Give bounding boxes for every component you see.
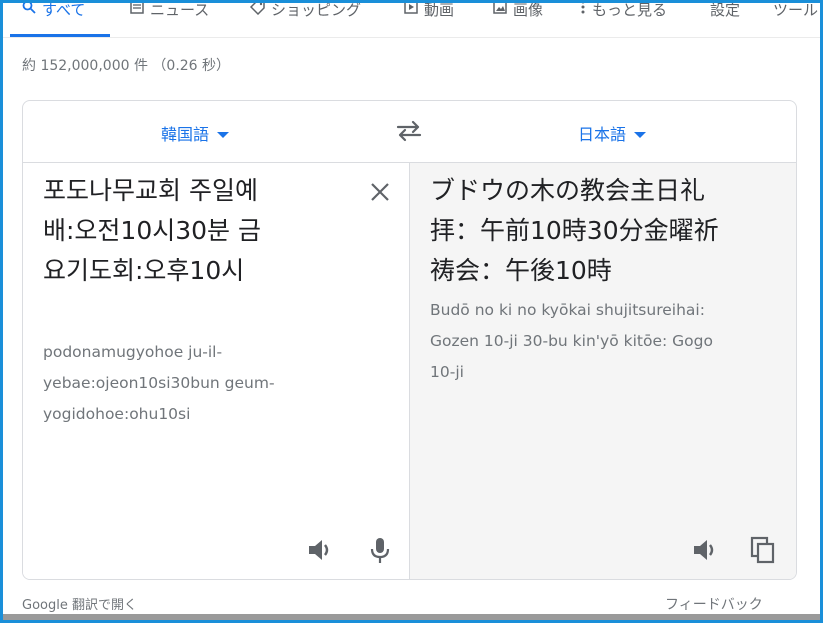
language-bar: 韓国語 日本語 (23, 101, 796, 163)
target-language-select[interactable]: 日本語 (578, 121, 647, 145)
speaker-icon[interactable] (690, 535, 720, 565)
source-language-label: 韓国語 (161, 125, 210, 144)
tab-settings[interactable]: 設定 (710, 0, 740, 24)
tab-images[interactable]: 画像 (493, 0, 543, 24)
chevron-down-icon (217, 131, 230, 138)
microphone-icon[interactable] (365, 535, 395, 565)
target-language-label: 日本語 (578, 125, 627, 144)
search-tabs: すべて ニュース ショッピング 動画 画像 もっと見る 設定 ツール (0, 0, 823, 38)
tab-shopping[interactable]: ショッピング (249, 0, 362, 24)
translator-card: 韓国語 日本語 포도나무교회 주일예 배:오전10시30분 금 요기도회:오후1… (22, 100, 797, 580)
source-romanization: podonamugyohoe ju-il- yebae:ojeon10si30b… (43, 343, 275, 423)
active-tab-indicator (10, 34, 110, 37)
tab-news-label: ニュース (150, 0, 210, 19)
tab-settings-label: 設定 (710, 0, 741, 19)
feedback-link[interactable]: フィードバック (665, 594, 763, 614)
translated-text: ブドウの木の教会主日礼 拝：午前10時30分金曜祈 祷会：午後10時 (430, 176, 719, 285)
tab-all-label: すべて (42, 0, 86, 19)
source-pane: 포도나무교회 주일예 배:오전10시30분 금 요기도회:오후10시 podon… (23, 163, 410, 579)
tab-all[interactable]: すべて (22, 0, 85, 24)
news-icon (130, 0, 144, 18)
source-language-select[interactable]: 韓国語 (161, 121, 230, 145)
close-icon[interactable] (369, 181, 391, 203)
open-in-translate-link[interactable]: Google 翻訳で開く (22, 594, 137, 613)
target-pane: ブドウの木の教会主日礼 拝：午前10時30分金曜祈 祷会：午後10時 Budō … (410, 163, 796, 579)
chevron-down-icon (634, 131, 647, 138)
tab-video[interactable]: 動画 (404, 0, 454, 24)
result-stats: 約 152,000,000 件 （0.26 秒） (22, 58, 231, 74)
tab-shopping-label: ショッピング (271, 0, 362, 19)
speaker-icon[interactable] (305, 535, 335, 565)
tab-images-label: 画像 (513, 0, 544, 19)
target-romanization: Budō no ki no kyōkai shujitsureihai: Goz… (430, 301, 713, 381)
video-icon (404, 0, 418, 18)
tab-tools[interactable]: ツール (773, 0, 818, 24)
source-text-input[interactable]: 포도나무교회 주일예 배:오전10시30분 금 요기도회:오후10시 (43, 171, 343, 291)
window-bottom-edge (0, 614, 823, 623)
tab-video-label: 動画 (424, 0, 455, 19)
more-vert-icon (580, 0, 586, 18)
image-icon (493, 0, 507, 18)
tab-more-label: もっと見る (592, 0, 668, 19)
copy-icon[interactable] (748, 535, 778, 565)
search-icon (22, 0, 36, 18)
swap-languages-icon[interactable] (395, 119, 423, 143)
tab-tools-label: ツール (773, 0, 819, 19)
tag-icon (249, 0, 265, 19)
tab-more[interactable]: もっと見る (580, 0, 667, 24)
tab-news[interactable]: ニュース (130, 0, 209, 24)
